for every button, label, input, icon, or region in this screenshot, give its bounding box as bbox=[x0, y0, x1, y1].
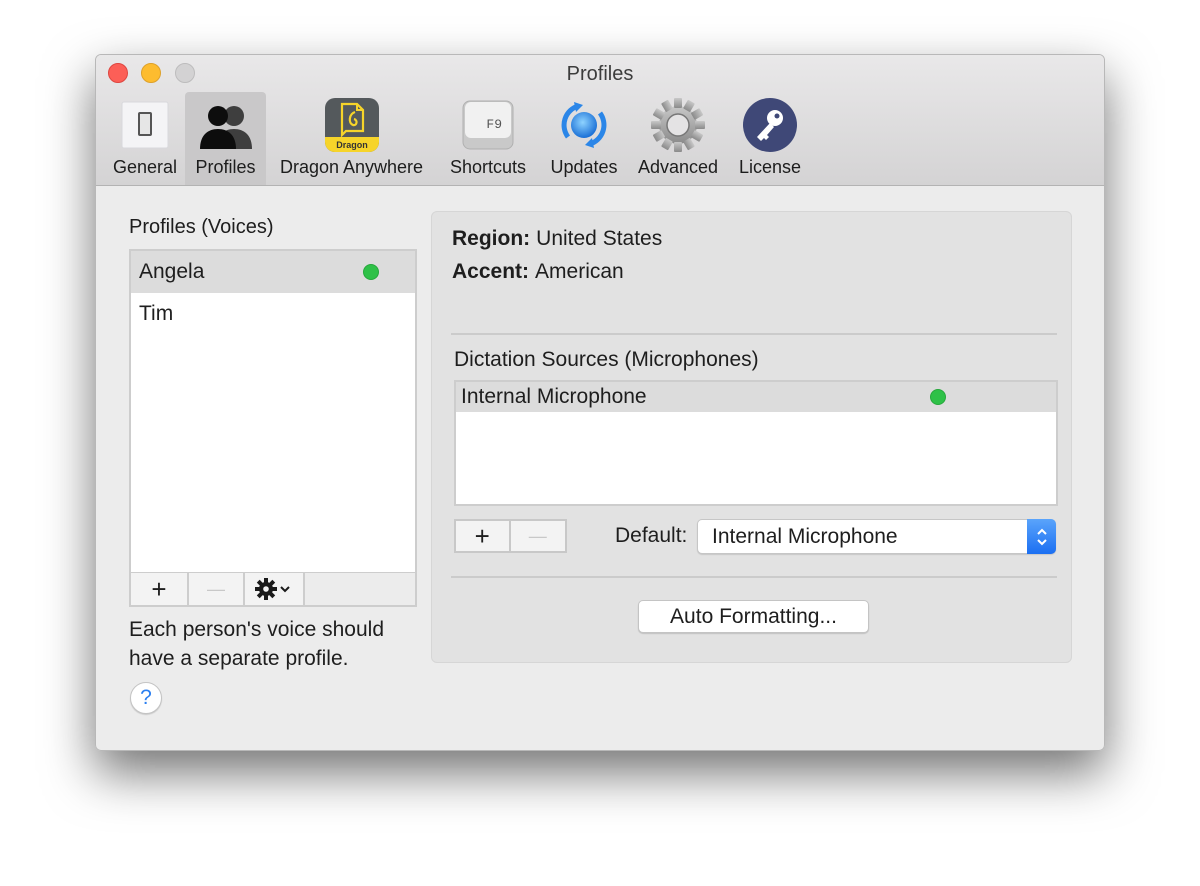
accent-field: Accent: American bbox=[452, 260, 624, 284]
gear-icon bbox=[650, 96, 706, 154]
tab-updates[interactable]: Updates bbox=[543, 92, 625, 185]
remove-source-button[interactable]: — bbox=[510, 521, 565, 551]
tab-general[interactable]: General bbox=[106, 92, 184, 185]
region-value: United States bbox=[536, 227, 663, 250]
sources-button-bar: + — bbox=[454, 519, 567, 553]
plus-icon: + bbox=[474, 520, 490, 551]
profiles-pane: Profiles (Voices) Angela Tim + — Each pe… bbox=[96, 186, 1104, 750]
tab-label: Updates bbox=[550, 157, 618, 177]
dictation-sources-title: Dictation Sources (Microphones) bbox=[454, 348, 759, 371]
profiles-section-title: Profiles (Voices) bbox=[129, 216, 274, 238]
profiles-button-bar: + — bbox=[129, 573, 417, 607]
divider bbox=[451, 576, 1057, 578]
users-icon bbox=[198, 96, 254, 154]
minus-icon: — bbox=[528, 525, 547, 546]
remove-profile-button[interactable]: — bbox=[189, 573, 245, 605]
active-status-dot bbox=[930, 389, 946, 405]
plus-icon: + bbox=[151, 573, 167, 604]
tab-label: Shortcuts bbox=[449, 157, 527, 177]
refresh-globe-icon bbox=[556, 96, 612, 154]
minus-icon: — bbox=[207, 578, 225, 599]
profile-actions-menu-button[interactable] bbox=[245, 573, 305, 605]
toggle-switch-icon bbox=[121, 96, 169, 154]
profile-item-tim[interactable]: Tim bbox=[131, 293, 415, 335]
add-source-button[interactable]: + bbox=[456, 521, 511, 551]
dictation-sources-list[interactable]: Internal Microphone bbox=[454, 380, 1058, 506]
tab-shortcuts[interactable]: F9 Shortcuts bbox=[441, 92, 535, 185]
svg-text:F9: F9 bbox=[486, 117, 502, 132]
source-name: Internal Microphone bbox=[461, 385, 647, 408]
add-profile-button[interactable]: + bbox=[131, 573, 189, 605]
accent-label: Accent: bbox=[452, 260, 530, 283]
default-source-label: Default: bbox=[615, 524, 688, 547]
tab-label: License bbox=[738, 157, 802, 177]
question-mark-icon: ? bbox=[140, 686, 152, 709]
key-icon bbox=[742, 96, 798, 154]
profiles-list[interactable]: Angela Tim bbox=[129, 249, 417, 574]
region-label: Region: bbox=[452, 227, 531, 250]
default-source-select[interactable]: Internal Microphone bbox=[697, 519, 1056, 554]
tab-label: Profiles bbox=[195, 157, 256, 177]
active-status-dot bbox=[363, 264, 379, 280]
tab-label: General bbox=[112, 157, 178, 177]
f9-key-icon: F9 bbox=[462, 96, 514, 154]
updown-chevron-icon bbox=[1027, 519, 1056, 554]
auto-formatting-label: Auto Formatting... bbox=[670, 604, 837, 628]
help-button[interactable]: ? bbox=[130, 682, 162, 714]
tab-license[interactable]: License bbox=[732, 92, 808, 185]
profiles-help-text: Each person's voice should have a separa… bbox=[129, 618, 384, 670]
default-source-value: Internal Microphone bbox=[712, 525, 898, 548]
window-title: Profiles bbox=[566, 63, 634, 85]
tab-label: Dragon Anywhere bbox=[279, 157, 424, 177]
profile-item-angela[interactable]: Angela bbox=[131, 251, 415, 293]
profile-name: Angela bbox=[139, 260, 205, 283]
accent-value: American bbox=[535, 260, 624, 283]
tab-profiles[interactable]: Profiles bbox=[185, 92, 266, 185]
source-item-internal-microphone[interactable]: Internal Microphone bbox=[456, 382, 1056, 412]
profile-name: Tim bbox=[139, 302, 174, 325]
preferences-window: Profiles General Profiles Dragon Dragon … bbox=[95, 54, 1105, 751]
gear-dropdown-icon bbox=[255, 578, 290, 600]
tab-label: Advanced bbox=[637, 157, 719, 177]
tab-dragon-anywhere[interactable]: Dragon Dragon Anywhere bbox=[269, 92, 434, 185]
profile-details-group: Region: United States Accent: American Dic… bbox=[431, 211, 1072, 663]
auto-formatting-button[interactable]: Auto Formatting... bbox=[638, 600, 869, 633]
svg-text:Dragon: Dragon bbox=[336, 140, 368, 150]
divider bbox=[451, 333, 1057, 335]
dragon-app-icon: Dragon bbox=[324, 96, 380, 154]
region-field: Region: United States bbox=[452, 227, 662, 251]
title-bar: Profiles General Profiles Dragon Dragon … bbox=[96, 55, 1104, 186]
tab-advanced[interactable]: Advanced bbox=[632, 92, 724, 185]
